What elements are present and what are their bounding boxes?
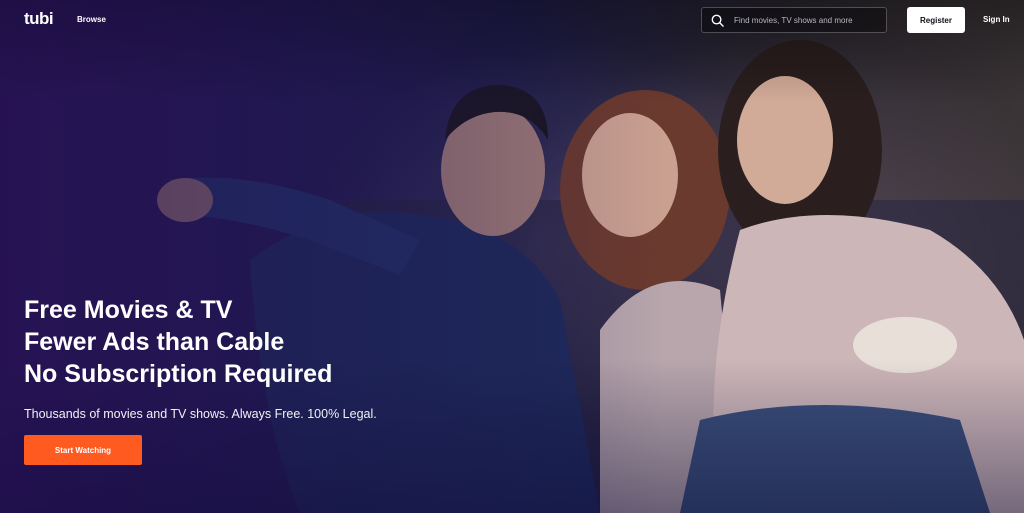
headline-line: No Subscription Required xyxy=(24,360,333,388)
top-navigation-bar: tubi Browse Register Sign In xyxy=(0,0,1024,42)
browse-link[interactable]: Browse xyxy=(77,15,106,24)
headline-line: Free Movies & TV xyxy=(24,296,233,324)
headline-line: Fewer Ads than Cable xyxy=(24,328,285,356)
register-button[interactable]: Register xyxy=(907,7,965,33)
search-icon xyxy=(711,14,724,27)
hero-gradient-overlay xyxy=(0,0,1024,513)
search-box[interactable] xyxy=(701,7,887,33)
hero-section: tubi Browse Register Sign In Free Movies… xyxy=(0,0,1024,513)
hero-headline: Free Movies & TV Fewer Ads than Cable No… xyxy=(24,294,544,390)
search-input[interactable] xyxy=(734,12,882,28)
hero-subtext: Thousands of movies and TV shows. Always… xyxy=(24,407,377,421)
start-watching-button[interactable]: Start Watching xyxy=(24,435,142,465)
sign-in-link[interactable]: Sign In xyxy=(983,15,1010,24)
tubi-logo[interactable]: tubi xyxy=(24,9,54,29)
